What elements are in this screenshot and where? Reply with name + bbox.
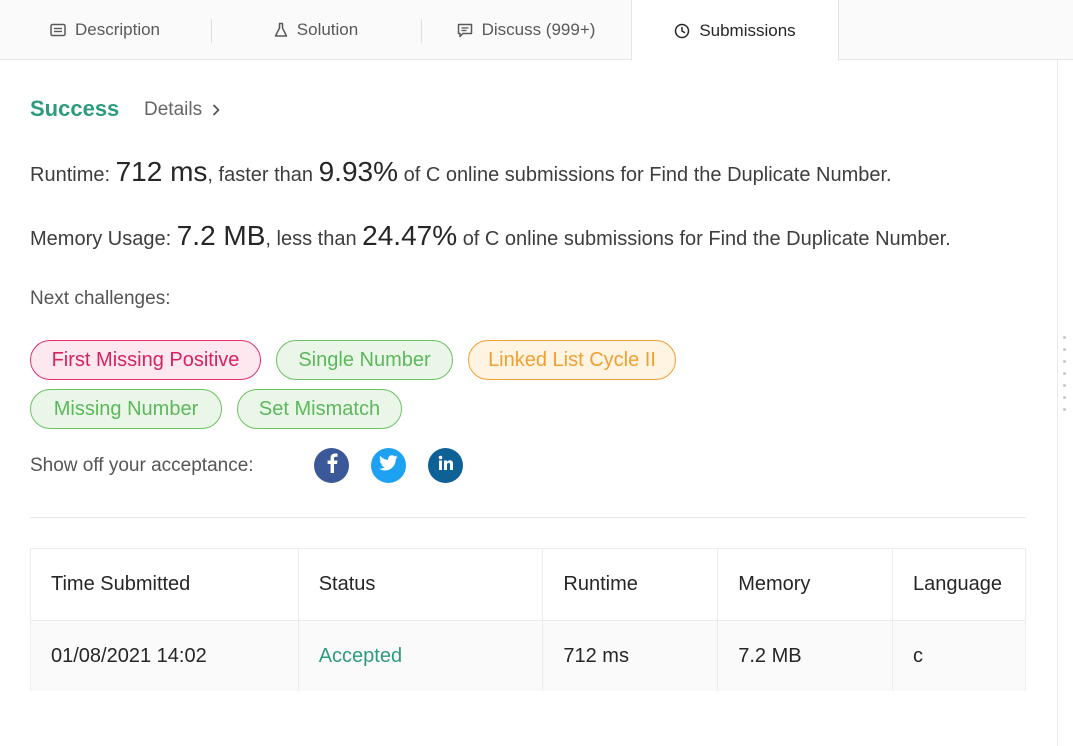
runtime-suffix: of C online submissions for Find the Dup… [403, 164, 892, 186]
facebook-share-button[interactable] [314, 448, 349, 483]
runtime-stat: Runtime: 712 ms, faster than 9.93% of C … [30, 156, 892, 188]
runtime-value: 712 ms [115, 156, 208, 187]
cell-language: c [892, 620, 1026, 691]
tab-label: Submissions [699, 20, 796, 40]
memory-percent: 24.47% [362, 220, 458, 251]
column-header-runtime: Runtime [542, 548, 719, 621]
tab-solution[interactable]: Solution [212, 0, 420, 60]
runtime-percent: 9.93% [318, 156, 399, 187]
panel-border [1057, 60, 1058, 746]
tab-description[interactable]: Description [0, 0, 210, 60]
column-header-memory: Memory [717, 548, 894, 621]
chevron-right-icon [212, 104, 220, 116]
memory-value: 7.2 MB [176, 220, 266, 251]
comment-icon [457, 23, 473, 38]
memory-stat: Memory Usage: 7.2 MB, less than 24.47% o… [30, 220, 951, 252]
twitter-icon [379, 455, 398, 476]
tab-discuss[interactable]: Discuss (999+) [422, 0, 630, 60]
tab-bar: Description Solution Discuss (999+) Subm… [0, 0, 1073, 61]
memory-suffix: of C online submissions for Find the Dup… [462, 228, 951, 250]
resize-handle[interactable] [1063, 336, 1067, 411]
column-header-language: Language [892, 548, 1026, 621]
linkedin-icon [438, 455, 454, 476]
cell-runtime: 712 ms [542, 620, 719, 691]
description-icon [50, 23, 66, 37]
challenge-single-number[interactable]: Single Number [276, 340, 453, 380]
runtime-label: Runtime: [30, 164, 111, 186]
tab-submissions[interactable]: Submissions [631, 0, 839, 61]
challenge-set-mismatch[interactable]: Set Mismatch [237, 389, 402, 429]
twitter-share-button[interactable] [371, 448, 406, 483]
table-header-row: Time Submitted Status Runtime Memory Lan… [30, 548, 1026, 621]
tab-label: Description [74, 20, 161, 39]
details-label: Details [144, 99, 203, 120]
next-challenges-label: Next challenges: [30, 288, 171, 309]
result-status: Success [30, 96, 120, 121]
cell-status-link[interactable]: Accepted [297, 620, 544, 691]
tab-label: Discuss (999+) [481, 20, 596, 39]
runtime-comparison: , faster than [207, 164, 314, 186]
challenge-first-missing-positive[interactable]: First Missing Positive [30, 340, 261, 380]
cell-memory: 7.2 MB [717, 620, 894, 691]
table-row: 01/08/2021 14:02 Accepted 712 ms 7.2 MB … [30, 620, 1026, 691]
facebook-icon [326, 453, 338, 478]
memory-label: Memory Usage: [30, 228, 172, 250]
cell-time-submitted: 01/08/2021 14:02 [30, 620, 299, 691]
column-header-time-submitted: Time Submitted [30, 548, 299, 621]
column-header-status: Status [297, 548, 544, 621]
submissions-table: Time Submitted Status Runtime Memory Lan… [30, 548, 1026, 691]
linkedin-share-button[interactable] [428, 448, 463, 483]
divider [30, 517, 1026, 518]
details-link[interactable]: Details [144, 99, 220, 121]
memory-comparison: , less than [265, 228, 357, 250]
tab-label: Solution [296, 20, 359, 39]
clock-icon [674, 23, 690, 39]
share-label: Show off your acceptance: [30, 455, 254, 476]
flask-icon [274, 22, 288, 38]
challenge-linked-list-cycle-ii[interactable]: Linked List Cycle II [468, 340, 676, 380]
challenge-missing-number[interactable]: Missing Number [30, 389, 222, 429]
